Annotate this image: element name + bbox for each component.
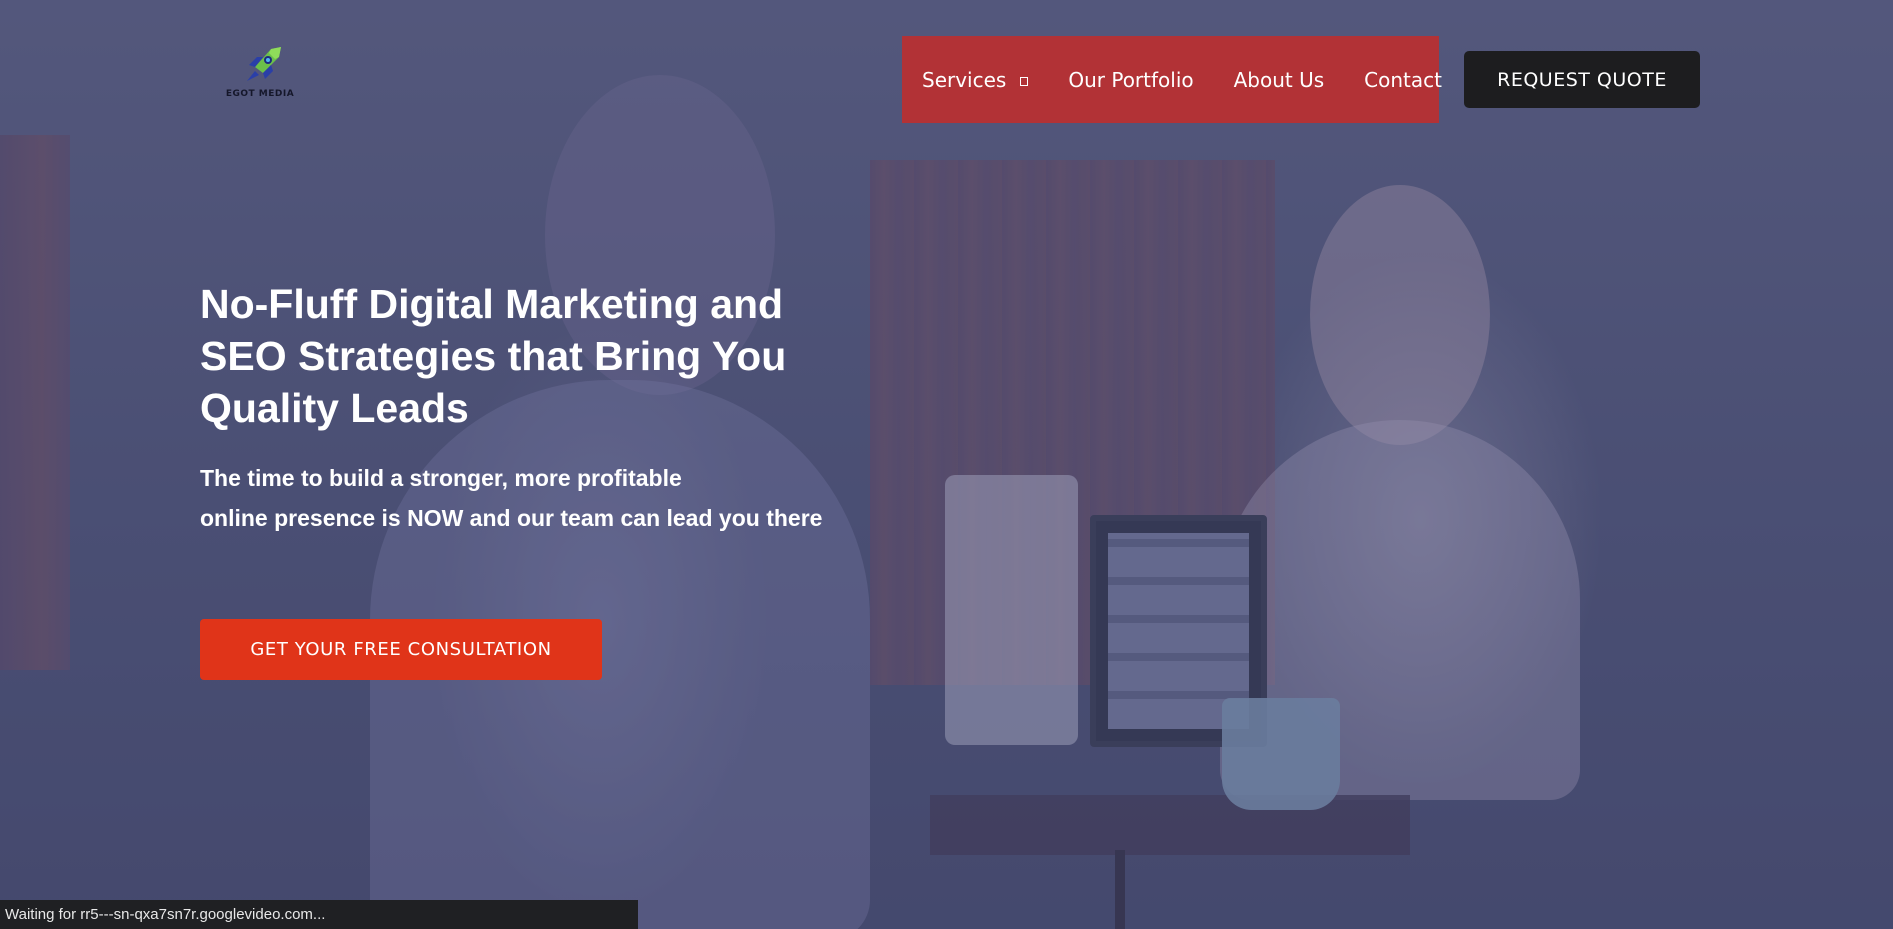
nav-item-contact[interactable]: Contact (1364, 68, 1442, 92)
brand-logo[interactable]: EGOT MEDIA (205, 45, 315, 105)
main-nav: Services Our Portfolio About Us Contact (902, 36, 1442, 123)
brand-name: EGOT MEDIA (225, 89, 295, 99)
hero-title: No-Fluff Digital Marketing and SEO Strat… (200, 281, 787, 431)
page: EGOT MEDIA Services Our Portfolio About … (0, 0, 1893, 929)
nav-item-our-portfolio[interactable]: Our Portfolio (1068, 68, 1193, 92)
nav-item-label: Services (922, 67, 1007, 92)
hero-subtitle-line-2: online presence is NOW and our team can … (200, 505, 823, 531)
nav-item-label: Our Portfolio (1068, 67, 1194, 92)
nav-item-services[interactable]: Services (922, 67, 1029, 92)
nav-item-label: Contact (1364, 67, 1442, 92)
nav-item-about-us[interactable]: About Us (1234, 68, 1325, 92)
hero-subtitle-line-1: The time to build a stronger, more profi… (200, 465, 682, 491)
status-bar-text: Waiting for rr5---sn-qxa7sn7r.googlevide… (5, 906, 326, 923)
nav-item-label: About Us (1233, 67, 1325, 92)
hero-subtitle: The time to build a stronger, more profi… (200, 458, 900, 538)
request-quote-button[interactable]: REQUEST QUOTE (1464, 51, 1700, 108)
chevron-down-icon (1020, 76, 1029, 86)
browser-status-bar: Waiting for rr5---sn-qxa7sn7r.googlevide… (0, 900, 638, 929)
free-consultation-button[interactable]: GET YOUR FREE CONSULTATION (200, 619, 602, 680)
rocket-icon (247, 47, 281, 81)
